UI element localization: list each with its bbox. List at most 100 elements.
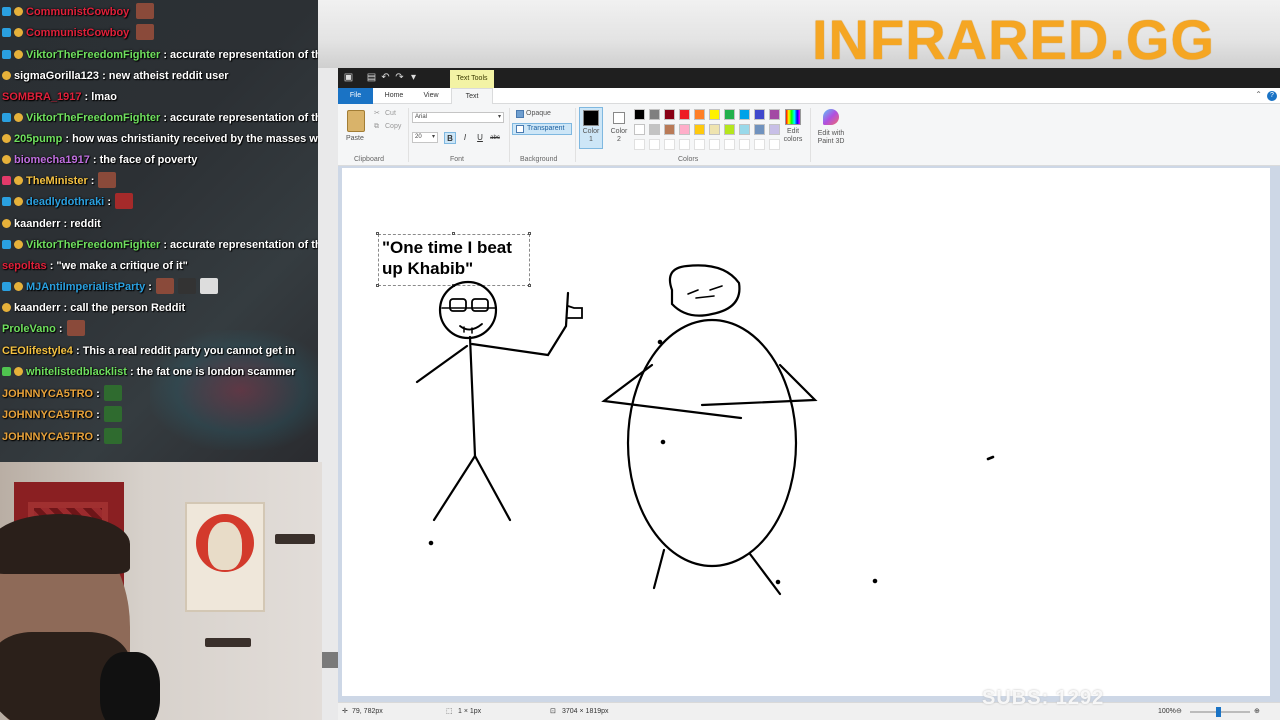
tab-view[interactable]: View	[416, 88, 446, 104]
chat-username[interactable]: sepoltas	[2, 260, 47, 272]
chat-username[interactable]: whitelistedblacklist	[26, 366, 127, 378]
font-family-select[interactable]: Arial ▾	[412, 112, 504, 123]
chat-badge-icon	[14, 282, 23, 291]
chat-username[interactable]: ViktorTheFreedomFighter	[26, 112, 160, 124]
palette-swatch[interactable]	[694, 124, 705, 135]
palette-swatch[interactable]	[709, 109, 720, 120]
palette-swatch[interactable]	[664, 109, 675, 120]
font-size-select[interactable]: 20 ▾	[412, 132, 438, 143]
chat-username[interactable]: SOMBRA_1917	[2, 91, 81, 103]
underline-button[interactable]: U	[474, 132, 486, 144]
chat-username[interactable]: kaanderr	[14, 302, 60, 314]
chat-username[interactable]: JOHNNYCA5TRO	[2, 431, 93, 443]
chat-username[interactable]: kaanderr	[14, 218, 60, 230]
chat-username[interactable]: JOHNNYCA5TRO	[2, 388, 93, 400]
chat-badge-icon	[14, 367, 23, 376]
palette-swatch[interactable]	[694, 109, 705, 120]
palette-swatch-empty[interactable]	[739, 139, 750, 150]
palette-swatch-empty[interactable]	[769, 139, 780, 150]
chat-message: JOHNNYCA5TRO :	[0, 405, 318, 425]
palette-swatch[interactable]	[649, 109, 660, 120]
chat-message-text: : accurate representation of the a	[163, 239, 318, 251]
tab-home[interactable]: Home	[378, 88, 410, 104]
paste-icon[interactable]	[347, 110, 365, 132]
tab-file[interactable]: File	[338, 88, 373, 104]
chat-username[interactable]: 205pump	[14, 133, 62, 145]
palette-swatch[interactable]	[724, 124, 735, 135]
palette-swatch-empty[interactable]	[679, 139, 690, 150]
copy-button[interactable]: Copy	[385, 122, 401, 132]
cut-button[interactable]: Cut	[385, 109, 396, 119]
customize-quick-access-icon[interactable]: ▾	[408, 72, 419, 83]
palette-swatch[interactable]	[769, 124, 780, 135]
chat-username[interactable]: MJAntiImperialistParty	[26, 281, 145, 293]
edit-colors-button[interactable]: Edit colors	[780, 128, 806, 144]
zoom-slider-thumb[interactable]	[1216, 707, 1221, 717]
chat-message-text: : the face of poverty	[92, 154, 198, 166]
palette-swatch[interactable]	[739, 124, 750, 135]
palette-swatch[interactable]	[754, 109, 765, 120]
palette-swatch-empty[interactable]	[694, 139, 705, 150]
chat-badge-icon	[2, 155, 11, 164]
chat-badge-icon	[14, 7, 23, 16]
chat-message: TheMinister :	[0, 171, 318, 191]
chat-username[interactable]: TheMinister	[26, 175, 88, 187]
chat-username[interactable]: JOHNNYCA5TRO	[2, 409, 93, 421]
paste-button[interactable]: Paste	[346, 134, 364, 144]
redo-icon[interactable]: ↷	[394, 72, 405, 83]
palette-swatch[interactable]	[679, 109, 690, 120]
zoom-out-icon[interactable]: ⊖	[1176, 703, 1182, 720]
chat-badge-icon	[2, 240, 11, 249]
palette-swatch-empty[interactable]	[664, 139, 675, 150]
palette-swatch-empty[interactable]	[649, 139, 660, 150]
text-tools-context-tab: Text Tools	[450, 70, 494, 88]
microphone	[100, 652, 160, 720]
chat-message: kaanderr : call the person Reddit	[0, 298, 318, 318]
chat-message-text: :	[96, 431, 100, 443]
chat-message-text: :	[96, 409, 100, 421]
help-icon[interactable]: ?	[1267, 91, 1277, 101]
bold-button[interactable]: B	[444, 132, 456, 144]
chat-username[interactable]: ViktorTheFreedomFighter	[26, 239, 160, 251]
palette-swatch[interactable]	[709, 124, 720, 135]
chat-username[interactable]: deadlydothraki	[26, 196, 104, 208]
chat-username[interactable]: biomecha1917	[14, 154, 90, 166]
webcam-wall-decoration	[275, 534, 315, 544]
zoom-in-icon[interactable]: ⊕	[1254, 703, 1260, 720]
clipboard-group-label: Clipboard	[354, 156, 384, 163]
drawing-canvas[interactable]: "One time I beat up Khabib"	[342, 168, 1270, 696]
color-2-swatch[interactable]	[613, 112, 625, 124]
palette-swatch-empty[interactable]	[634, 139, 645, 150]
tab-text[interactable]: Text	[451, 88, 493, 104]
palette-swatch[interactable]	[739, 109, 750, 120]
chat-username[interactable]: CommunistCowboy	[26, 27, 129, 39]
stick-figure-drawing	[415, 264, 995, 596]
palette-swatch[interactable]	[679, 124, 690, 135]
palette-swatch[interactable]	[754, 124, 765, 135]
italic-button[interactable]: I	[459, 132, 471, 144]
chat-username[interactable]: ViktorTheFreedomFighter	[26, 49, 160, 61]
palette-swatch[interactable]	[634, 124, 645, 135]
save-icon[interactable]: ▤	[366, 72, 377, 83]
undo-icon[interactable]: ↶	[380, 72, 391, 83]
big-figure-body	[626, 318, 798, 568]
chat-username[interactable]: ProleVano	[2, 323, 56, 335]
chat-username[interactable]: sigmaGorilla123	[14, 70, 99, 82]
palette-swatch[interactable]	[634, 109, 645, 120]
group-separator	[575, 108, 576, 162]
palette-swatch-empty[interactable]	[724, 139, 735, 150]
strikethrough-button[interactable]: abc	[489, 132, 501, 144]
minimize-ribbon-icon[interactable]: ⌃	[1255, 90, 1262, 99]
palette-swatch[interactable]	[769, 109, 780, 120]
palette-swatch-empty[interactable]	[754, 139, 765, 150]
scrollbar-button[interactable]	[322, 652, 338, 668]
palette-swatch[interactable]	[724, 109, 735, 120]
palette-swatch[interactable]	[664, 124, 675, 135]
palette-swatch[interactable]	[649, 124, 660, 135]
canvas-area: "One time I beat up Khabib"	[338, 166, 1280, 702]
palette-swatch-empty[interactable]	[709, 139, 720, 150]
chat-username[interactable]: CommunistCowboy	[26, 6, 129, 18]
edit-with-paint-3d-button[interactable]: Edit with Paint 3D	[812, 130, 850, 146]
chat-message: kaanderr : reddit	[0, 214, 318, 234]
chat-username[interactable]: CEOlifestyle4	[2, 345, 73, 357]
